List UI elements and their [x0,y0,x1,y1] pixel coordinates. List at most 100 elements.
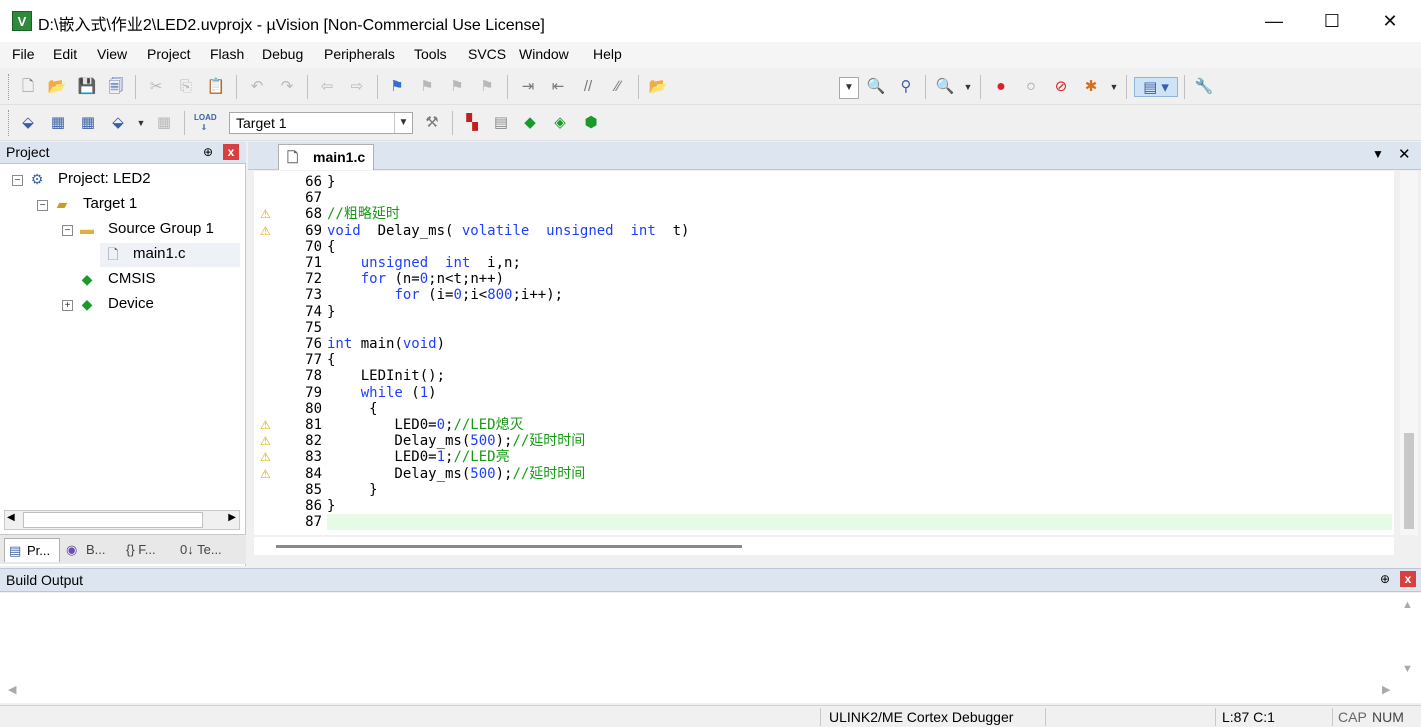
menu-debug[interactable]: Debug [262,46,303,62]
warning-icon[interactable]: ⚠ [260,418,276,432]
navigate-back-icon[interactable]: ⇦ [317,77,337,97]
comment-icon[interactable]: // [578,77,598,97]
chevron-down-icon[interactable]: ▼ [958,77,978,97]
chevron-down-icon[interactable]: ▼ [131,113,151,133]
code-line[interactable]: void Delay_ms( volatile unsigned int t) [327,223,689,239]
warning-icon[interactable]: ⚠ [260,224,276,238]
editor-horizontal-scrollbar[interactable] [254,537,1394,555]
code-line[interactable]: { [327,352,335,368]
warning-icon[interactable]: ⚠ [260,467,276,481]
scrollbar-thumb[interactable] [1404,433,1414,529]
save-icon[interactable]: 💾 [77,77,97,97]
code-line[interactable]: LED0=1;//LED亮 [327,449,509,465]
scrollbar-thumb[interactable] [276,545,742,548]
find-combo[interactable]: ▼ [839,77,859,99]
tree-item-main1-c[interactable]: 🗋 main1.c [100,243,240,267]
stop-build-icon[interactable]: ▦ [154,113,174,133]
unindent-icon[interactable]: ⇤ [548,77,568,97]
target-options-icon[interactable]: ⚒ [422,113,442,133]
code-line[interactable]: for (n=0;n<t;n++) [327,271,504,287]
pin-icon[interactable]: ⊕ [1377,571,1393,587]
breakpoint-disable-all-icon[interactable]: ⊘ [1051,77,1071,97]
code-line[interactable]: Delay_ms(500);//延时时间 [327,466,585,482]
tab-project[interactable]: ▤ Pr... [4,538,60,562]
tab-list-dropdown-icon[interactable]: ▼ [1372,147,1384,161]
rebuild-icon[interactable]: ▦ [78,113,98,133]
code-line[interactable]: Delay_ms(500);//延时时间 [327,433,585,449]
menu-flash[interactable]: Flash [210,46,244,62]
configure-icon[interactable]: 🔧 [1194,77,1214,97]
close-window-button[interactable]: ✕ [1361,0,1419,42]
project-horizontal-scrollbar[interactable]: ◀ ▶ [4,510,240,530]
scroll-right-icon[interactable]: ▶ [1382,683,1390,696]
close-panel-button[interactable]: x [223,144,239,160]
code-line[interactable]: LEDInit(); [327,368,445,384]
menu-window[interactable]: Window [519,46,569,62]
menu-file[interactable]: File [12,46,35,62]
scroll-left-icon[interactable]: ◀ [7,512,15,523]
scroll-down-icon[interactable]: ▼ [1402,663,1413,675]
menu-edit[interactable]: Edit [53,46,77,62]
save-all-icon[interactable]: 🗐 [106,77,126,97]
code-line[interactable]: LED0=0;//LED熄灭 [327,417,523,433]
chevron-down-icon[interactable]: ▼ [1104,77,1124,97]
debug-session-icon[interactable]: 🔍 [935,77,955,97]
bookmark-next-icon[interactable]: ⚑ [447,77,467,97]
menu-project[interactable]: Project [147,46,191,62]
breakpoint-insert-icon[interactable]: ● [991,77,1011,97]
toolbar-grip[interactable] [8,110,11,136]
copy-icon[interactable]: ⎘ [176,77,196,97]
translate-icon[interactable]: ⬙ [18,113,38,133]
code-line[interactable]: while (1) [327,385,437,401]
bookmark-toggle-icon[interactable]: ⚑ [387,77,407,97]
menu-peripherals[interactable]: Peripherals [324,46,395,62]
tab-templates[interactable]: 0↓ Te... [176,538,238,562]
download-icon[interactable]: LOAD ⇓ [194,113,217,133]
undo-icon[interactable]: ↶ [247,77,267,97]
breakpoint-disable-icon[interactable]: ○ [1021,77,1041,97]
warning-icon[interactable]: ⚠ [260,450,276,464]
redo-icon[interactable]: ↷ [277,77,297,97]
scrollbar-thumb[interactable] [23,512,203,528]
warning-icon[interactable]: ⚠ [260,434,276,448]
manage-project-items-icon[interactable]: ▚ [462,113,482,133]
code-line[interactable]: { [327,401,377,417]
build-output-area[interactable]: ▲ ▼ ◀ ▶ [0,593,1421,703]
incremental-find-icon[interactable]: ⚲ [896,77,916,97]
tab-books[interactable]: ◉ B... [64,538,116,562]
select-packs-icon[interactable]: ▤ [491,113,511,133]
code-line[interactable]: { [327,239,335,255]
navigate-forward-icon[interactable]: ⇨ [347,77,367,97]
cut-icon[interactable]: ✂ [146,77,166,97]
pin-icon[interactable]: ⊕ [200,144,216,160]
collapse-icon[interactable]: − [12,175,23,186]
collapse-icon[interactable]: − [62,225,73,236]
target-select[interactable]: Target 1 ▼ [229,112,413,134]
tab-main1-c[interactable]: 🗋 main1.c [278,144,374,170]
open-file-icon[interactable]: 📂 [47,77,67,97]
collapse-icon[interactable]: − [37,200,48,211]
find-in-files-icon[interactable]: 📂 [648,77,668,97]
menu-svcs[interactable]: SVCS [468,46,506,62]
paste-icon[interactable]: 📋 [206,77,226,97]
expand-icon[interactable]: + [62,300,73,311]
code-line[interactable]: } [327,482,377,498]
tab-functions[interactable]: {} F... [120,538,172,562]
pack-installer-icon[interactable]: ◈ [550,113,570,133]
software-packs-icon[interactable]: ⬢ [581,113,601,133]
menu-view[interactable]: View [97,46,127,62]
code-line[interactable]: } [327,174,335,190]
bookmark-clear-icon[interactable]: ⚑ [477,77,497,97]
warning-icon[interactable]: ⚠ [260,207,276,221]
code-editor[interactable]: 66} 67 68 ⚠ //粗略延时 69 ⚠ void Delay_ms( volatile… [254,171,1394,535]
scroll-right-icon[interactable]: ▶ [228,512,236,523]
minimize-button[interactable]: — [1245,0,1303,42]
editor-vertical-scrollbar[interactable] [1400,171,1418,535]
breakpoint-kill-all-icon[interactable]: ✱ [1081,77,1101,97]
close-panel-button[interactable]: x [1400,571,1416,587]
code-line[interactable]: } [327,304,335,320]
code-line[interactable]: //粗略延时 [327,206,400,222]
toolbar-grip[interactable] [8,74,11,100]
find-icon[interactable]: 🔍 [866,77,886,97]
batch-build-icon[interactable]: ⬙ [108,113,128,133]
